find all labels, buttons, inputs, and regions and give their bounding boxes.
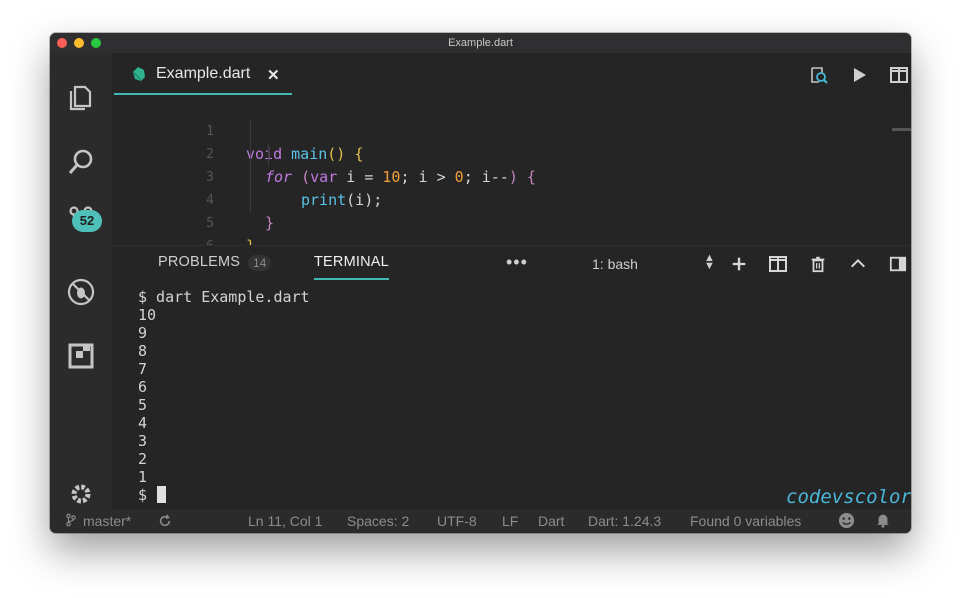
terminal-line: 1 <box>138 468 148 486</box>
editor-tabs: Example.dart ✕ <box>112 53 911 95</box>
code-line: 4 } <box>112 166 852 232</box>
problems-count-badge: 14 <box>248 255 272 271</box>
panel-more-icon[interactable]: ••• <box>506 252 528 273</box>
terminal-line: 2 <box>138 450 148 468</box>
debug-icon[interactable] <box>64 275 98 309</box>
close-tab-icon[interactable]: ✕ <box>267 66 280 84</box>
tab-example-dart[interactable]: Example.dart ✕ <box>114 53 292 95</box>
activity-bar: 52 <box>50 53 112 509</box>
search-icon[interactable] <box>64 145 98 179</box>
editor-window: Example.dart 52 Example.dart ✕ 1 void ma… <box>50 33 911 533</box>
terminal-select[interactable]: 1: bash <box>592 256 716 272</box>
sync-icon[interactable] <box>158 514 172 531</box>
bell-icon[interactable] <box>875 512 891 531</box>
terminal-line: 4 <box>138 414 148 432</box>
bottom-panel: PROBLEMS 14 TERMINAL ••• 1: bash ▲ ▼ $ da… <box>112 245 911 509</box>
encoding[interactable]: UTF-8 <box>437 513 477 529</box>
toggle-panel-icon[interactable] <box>888 254 908 274</box>
terminal-line: 9 <box>138 324 148 342</box>
terminal-prompt-line: $ <box>138 486 310 504</box>
plus-icon[interactable] <box>729 254 749 274</box>
terminal-line: 8 <box>138 342 148 360</box>
line-ending[interactable]: LF <box>502 513 518 529</box>
source-control-badge: 52 <box>72 210 102 232</box>
terminal-line: 3 <box>138 432 148 450</box>
minimap[interactable] <box>892 128 911 131</box>
dart-icon <box>130 66 146 82</box>
indent-guide <box>250 120 251 212</box>
tab-terminal[interactable]: TERMINAL <box>314 254 389 280</box>
terminal-cursor <box>157 486 167 503</box>
split-editor-icon[interactable] <box>888 65 910 85</box>
code-line: 1 void main() { <box>112 97 852 163</box>
variables-status[interactable]: Found 0 variables <box>690 513 801 529</box>
chevron-up-icon[interactable] <box>848 254 868 274</box>
tab-title: Example.dart <box>156 65 251 82</box>
gear-icon[interactable] <box>64 477 98 511</box>
cursor-position[interactable]: Ln 11, Col 1 <box>248 513 322 529</box>
feedback-smiley-icon[interactable] <box>838 512 855 532</box>
split-terminal-icon[interactable] <box>768 254 788 274</box>
code-line: 5 } <box>112 189 852 255</box>
terminal-line: 10 <box>138 306 157 324</box>
code-editor[interactable]: 1 void main() { 2 for (var i = 10; i > 0… <box>112 95 911 255</box>
explorer-icon[interactable] <box>64 81 98 115</box>
sdk-version[interactable]: Dart: 1.24.3 <box>588 513 661 529</box>
select-caret-icon[interactable]: ▲ ▼ <box>704 253 715 272</box>
indent-guide <box>268 143 269 166</box>
status-bar: master* Ln 11, Col 1 Spaces: 2 UTF-8 LF … <box>50 509 911 533</box>
title-bar: Example.dart <box>50 33 911 53</box>
terminal-line: 7 <box>138 360 148 378</box>
terminal-prompt: $ <box>138 486 148 504</box>
tab-problems[interactable]: PROBLEMS <box>158 254 240 270</box>
trash-icon[interactable] <box>808 254 828 274</box>
branch-name[interactable]: master* <box>83 513 131 529</box>
run-icon[interactable] <box>848 65 870 85</box>
find-references-icon[interactable] <box>808 65 830 85</box>
code-line: 3 print(i); <box>112 143 852 209</box>
indentation[interactable]: Spaces: 2 <box>347 513 409 529</box>
extensions-icon[interactable] <box>64 339 98 373</box>
terminal-output[interactable]: $ dart Example.dart 10 9 8 7 6 5 4 3 2 1… <box>138 288 310 504</box>
terminal-line: 6 <box>138 378 148 396</box>
window-title: Example.dart <box>448 37 513 49</box>
terminal-line: $ dart Example.dart <box>138 288 310 306</box>
branch-icon <box>66 513 76 530</box>
language-mode[interactable]: Dart <box>538 513 564 529</box>
code-line: 2 for (var i = 10; i > 0; i--) { <box>112 120 852 186</box>
watermark: codevscolor.com <box>786 486 911 508</box>
terminal-line: 5 <box>138 396 148 414</box>
code-line: 6 <box>112 212 852 254</box>
